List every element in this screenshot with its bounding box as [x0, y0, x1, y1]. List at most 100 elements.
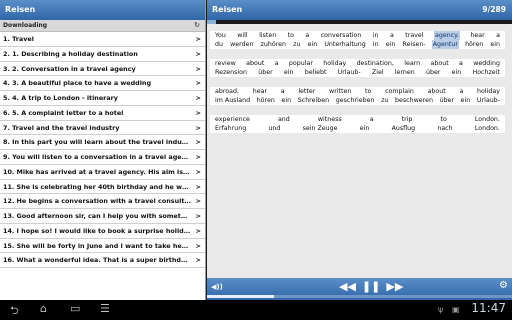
german-word[interactable]: Erfahrung	[214, 124, 247, 133]
lesson-item[interactable]: 11. She is celebrating her 40th birthday…	[0, 180, 205, 195]
german-word[interactable]: zu	[292, 40, 301, 49]
english-word[interactable]: experience	[214, 115, 251, 124]
lesson-item[interactable]: 13. Good afternoon sir, can I help you w…	[0, 209, 205, 224]
german-word[interactable]: du	[214, 40, 224, 49]
english-word[interactable]: a	[304, 31, 310, 40]
english-word[interactable]: about	[245, 59, 265, 68]
german-word[interactable]: geschrieben	[335, 96, 376, 105]
english-word[interactable]: a	[495, 31, 501, 40]
english-word[interactable]: a	[274, 59, 280, 68]
lesson-item[interactable]: 7. Travel and the travel industry >	[0, 121, 205, 136]
gear-icon[interactable]: ⚙	[499, 280, 508, 291]
german-word[interactable]: Hochzeit	[471, 68, 500, 77]
lesson-item[interactable]: 6. 5. A complaint letter to a hotel >	[0, 106, 205, 121]
english-word[interactable]: about	[427, 87, 447, 96]
lesson-item[interactable]: 14. I hope so! I would like to book a su…	[0, 224, 205, 239]
english-word[interactable]: a	[389, 31, 395, 40]
english-word[interactable]: holiday	[476, 87, 501, 96]
english-word[interactable]: witness	[317, 115, 343, 124]
sentence-block[interactable]: review about a popular holiday destination, le…	[210, 59, 505, 77]
german-word[interactable]: zuhören	[260, 40, 287, 49]
german-word[interactable]: Agentur	[431, 40, 459, 49]
lesson-item[interactable]: 4. 3. A beautiful place to have a weddin…	[0, 76, 205, 91]
lesson-item[interactable]: 15. She will be forty in June and I want…	[0, 239, 205, 254]
german-word[interactable]: werden	[229, 40, 254, 49]
lesson-item[interactable]: 3. 2. Conversation in a travel agency >	[0, 62, 205, 77]
german-word[interactable]: in	[372, 40, 380, 49]
english-word[interactable]: will	[236, 31, 248, 40]
english-word[interactable]: in	[372, 31, 380, 40]
german-word[interactable]: ein	[283, 68, 295, 77]
english-word[interactable]: review	[214, 59, 237, 68]
german-word[interactable]: Unterhaltung	[323, 40, 366, 49]
english-word[interactable]: a	[369, 115, 375, 124]
english-word[interactable]: to	[364, 87, 372, 96]
lesson-item[interactable]: 12. He begins a conversation with a trav…	[0, 194, 205, 209]
english-word[interactable]: holiday	[322, 59, 347, 68]
german-word[interactable]: ein	[280, 96, 292, 105]
english-word[interactable]: letter	[297, 87, 316, 96]
english-word[interactable]: London.	[474, 115, 501, 124]
seek-bar[interactable]	[207, 295, 512, 298]
german-word[interactable]: ein	[307, 40, 319, 49]
pause-icon[interactable]: ❚❚	[362, 280, 380, 294]
english-word[interactable]: and	[277, 115, 291, 124]
english-word[interactable]: abroad,	[214, 87, 240, 96]
german-word[interactable]: Schreiben	[297, 96, 330, 105]
english-word[interactable]: trip	[401, 115, 414, 124]
english-word[interactable]: a	[458, 59, 464, 68]
german-word[interactable]: über	[257, 68, 273, 77]
german-word[interactable]: im Ausland	[214, 96, 251, 105]
german-word[interactable]: sein Zeuge	[302, 124, 339, 133]
english-word[interactable]: written	[328, 87, 352, 96]
lesson-item[interactable]: 8. In this part you will learn about the…	[0, 135, 205, 150]
german-word[interactable]: Urlaub-	[337, 68, 362, 77]
lesson-item[interactable]: 5. 4. A trip to London - itinerary >	[0, 91, 205, 106]
lesson-item[interactable]: 10. Mike has arrived at a travel agency.…	[0, 165, 205, 180]
english-word[interactable]: learn	[403, 59, 421, 68]
german-word[interactable]: nach	[436, 124, 453, 133]
german-word[interactable]: beschweren	[394, 96, 434, 105]
english-word[interactable]: about	[430, 59, 450, 68]
german-word[interactable]: Urlaub-	[476, 96, 501, 105]
german-word[interactable]: ein	[460, 96, 472, 105]
english-word[interactable]: complain	[384, 87, 415, 96]
german-word[interactable]: Ausflug	[391, 124, 417, 133]
german-word[interactable]: ein	[385, 40, 397, 49]
english-word[interactable]: destination,	[356, 59, 395, 68]
english-word[interactable]: a	[280, 87, 286, 96]
english-word[interactable]: hear	[252, 87, 268, 96]
english-word[interactable]: popular	[288, 59, 314, 68]
german-word[interactable]: und	[267, 124, 281, 133]
english-word[interactable]: agency.	[433, 31, 460, 40]
menu-icon[interactable]: ☰	[100, 302, 110, 315]
english-word[interactable]: You	[214, 31, 227, 40]
german-word[interactable]: hören	[256, 96, 276, 105]
german-word[interactable]: Reisen-	[401, 40, 426, 49]
fast-forward-icon[interactable]: ▶▶	[386, 280, 403, 294]
english-word[interactable]: conversation	[320, 31, 363, 40]
rewind-icon[interactable]: ◀◀	[339, 280, 356, 294]
sentence-block[interactable]: experience and witness a trip to London. Erfahr…	[210, 115, 505, 133]
lesson-item[interactable]: 16. What a wonderful idea. That is a sup…	[0, 253, 205, 268]
home-icon[interactable]: ⌂	[40, 302, 47, 315]
german-word[interactable]: London.	[474, 124, 501, 133]
german-word[interactable]: hören	[464, 40, 484, 49]
sentence-block[interactable]: You will listen to a conversation in a travel age…	[210, 31, 505, 49]
lesson-item[interactable]: 1. Travel >	[0, 32, 205, 47]
english-word[interactable]: hear	[469, 31, 485, 40]
german-word[interactable]: über	[439, 96, 455, 105]
english-word[interactable]: to	[439, 115, 447, 124]
german-word[interactable]: ein	[489, 40, 501, 49]
german-word[interactable]: Ziel	[371, 68, 385, 77]
german-word[interactable]: über	[425, 68, 441, 77]
german-word[interactable]: lernen	[394, 68, 416, 77]
english-word[interactable]: wedding	[472, 59, 501, 68]
german-word[interactable]: Rezension	[214, 68, 248, 77]
german-word[interactable]: ein	[359, 124, 371, 133]
lesson-item[interactable]: 2. 1. Describing a holiday destination >	[0, 47, 205, 62]
volume-icon[interactable]: ◀))	[211, 283, 223, 291]
sentence-block[interactable]: abroad, hear a letter written to complain about…	[210, 87, 505, 105]
english-word[interactable]: to	[287, 31, 295, 40]
german-word[interactable]: ein	[451, 68, 463, 77]
